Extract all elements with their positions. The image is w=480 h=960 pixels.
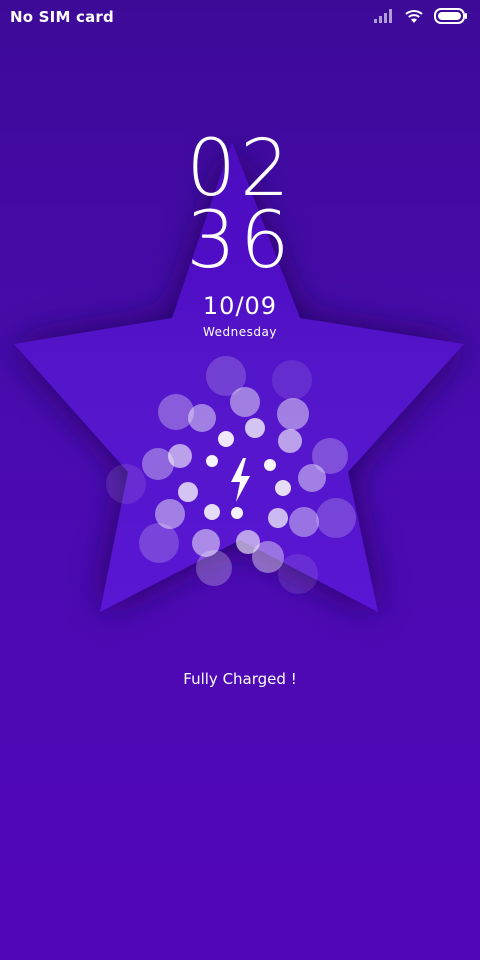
- charge-dot: [178, 482, 198, 502]
- charge-dot: [278, 429, 302, 453]
- clock-minutes: 36: [186, 196, 294, 286]
- charge-dot: [275, 480, 291, 496]
- charge-dot: [139, 523, 179, 563]
- charge-dot: [158, 394, 194, 430]
- charge-dot: [278, 554, 318, 594]
- date-label: 10/09: [202, 292, 278, 320]
- charging-status-text: Fully Charged !: [183, 670, 297, 688]
- charge-dot: [277, 398, 309, 430]
- weekday-label: Wednesday: [203, 325, 277, 339]
- charge-dot: [142, 448, 174, 480]
- charge-dot: [268, 508, 288, 528]
- charge-dot: [245, 418, 265, 438]
- charge-dot: [316, 498, 356, 538]
- charge-dot: [230, 387, 260, 417]
- charge-dot: [206, 455, 218, 467]
- charge-dot: [289, 507, 319, 537]
- charge-dot: [231, 507, 243, 519]
- charge-dot: [204, 504, 220, 520]
- charge-dot: [272, 360, 312, 400]
- charge-dot: [106, 464, 146, 504]
- lightning-bolt-icon: [231, 458, 250, 502]
- charge-dot: [298, 464, 326, 492]
- charge-dot: [264, 459, 276, 471]
- charge-dot: [188, 404, 216, 432]
- charge-dot: [196, 550, 232, 586]
- charge-dot: [218, 431, 234, 447]
